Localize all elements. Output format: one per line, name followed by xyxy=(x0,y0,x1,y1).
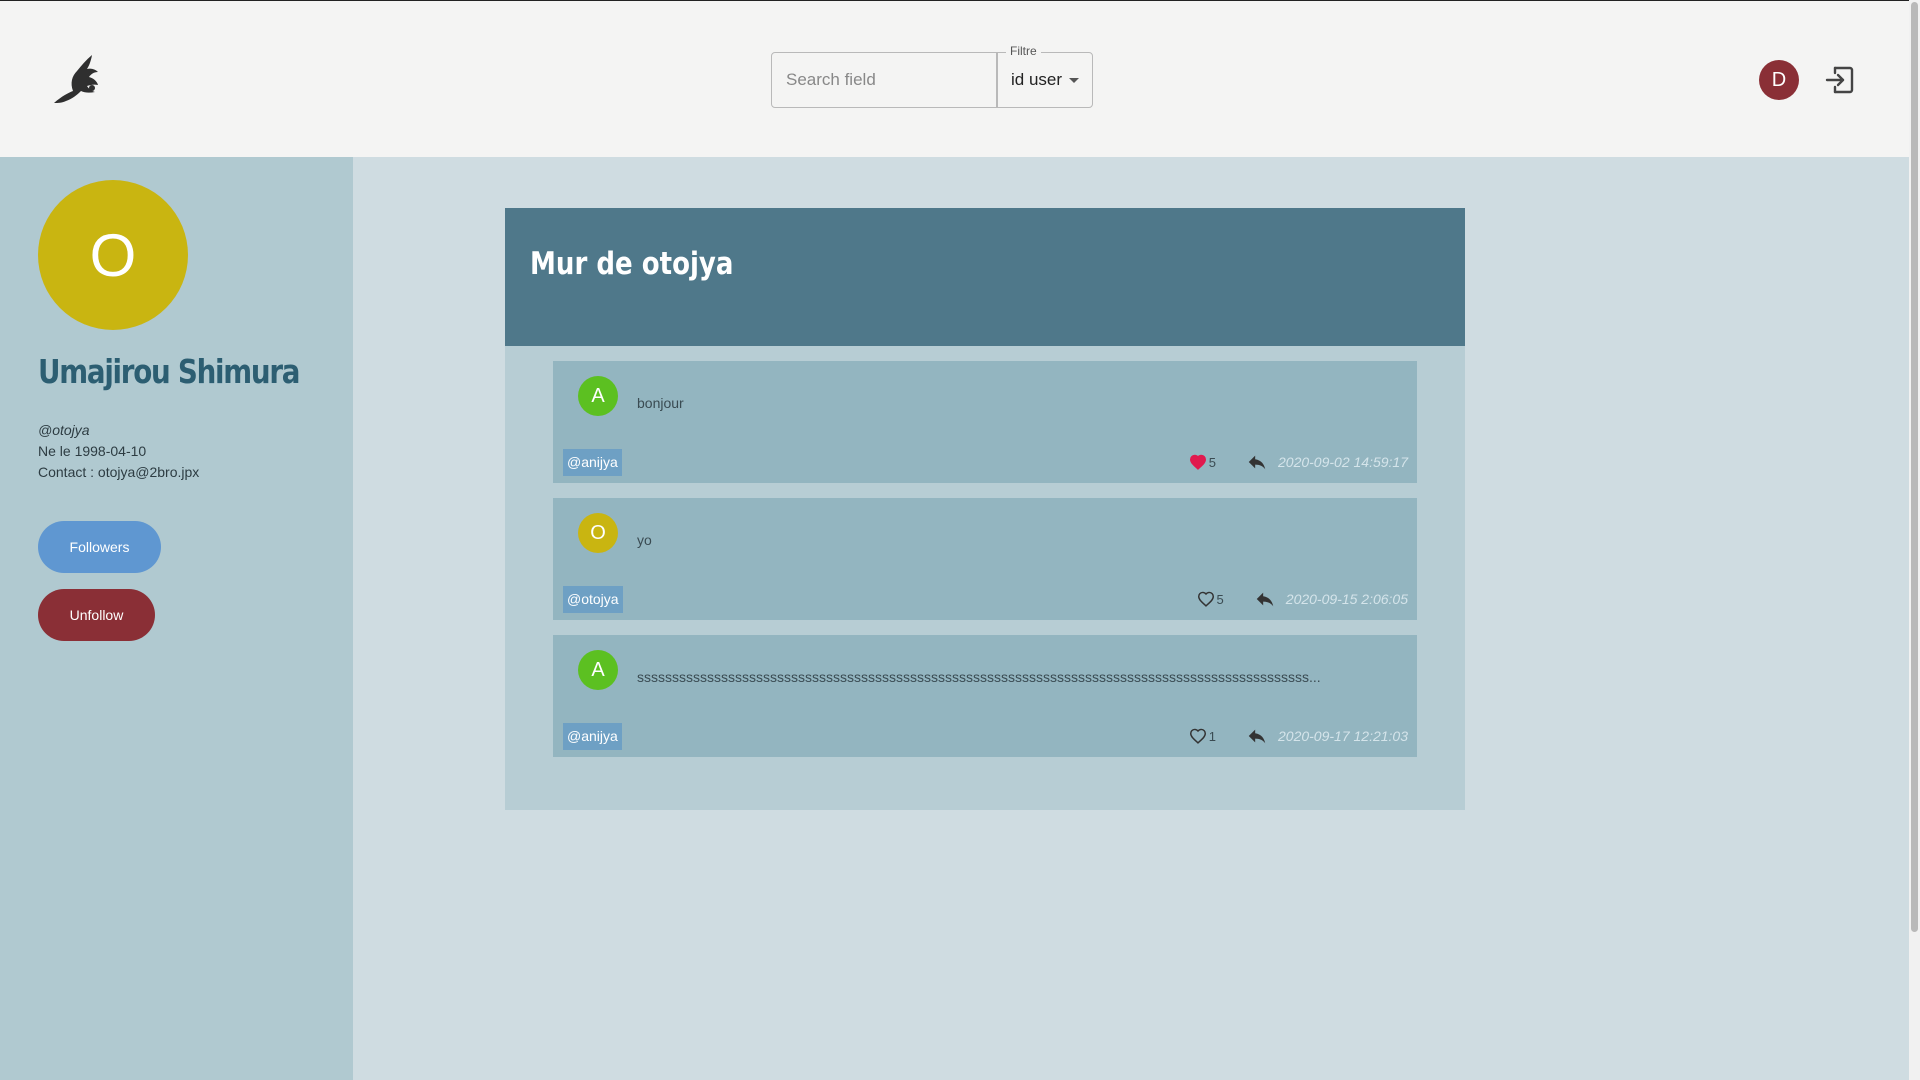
eagle-logo-icon[interactable] xyxy=(38,41,118,121)
post-timestamp: 2020-09-02 14:59:17 xyxy=(1278,454,1408,470)
heart-icon xyxy=(1189,454,1206,470)
profile-avatar-initial: O xyxy=(89,221,137,289)
reply-icon[interactable] xyxy=(1246,451,1268,473)
reply-icon[interactable] xyxy=(1246,725,1268,747)
post-author-handle[interactable]: @otojya xyxy=(563,586,623,613)
like-count: 1 xyxy=(1208,728,1216,744)
post-meta: 5 2020-09-02 14:59:17 xyxy=(1189,450,1408,474)
post-text: bonjour xyxy=(637,395,684,411)
profile-contact: Contact : otojya@2bro.jpx xyxy=(38,464,200,480)
profile-handle: @otojya xyxy=(38,422,90,438)
chevron-down-icon xyxy=(1069,78,1079,83)
reply-icon[interactable] xyxy=(1254,588,1276,610)
post-text: ssssssssssssssssssssssssssssssssssssssss… xyxy=(637,669,1321,685)
like-button[interactable]: 1 xyxy=(1189,728,1216,744)
post-timestamp: 2020-09-17 12:21:03 xyxy=(1278,728,1408,744)
like-button[interactable]: 5 xyxy=(1197,591,1224,607)
post-card: O yo @otojya 5 2020-09-15 2:06:05 xyxy=(553,498,1417,620)
filter-label: Filtre xyxy=(1006,44,1041,58)
filter-select[interactable]: Filtre id user xyxy=(997,44,1093,108)
post-avatar-initial: A xyxy=(591,384,605,407)
profile-name: Umajirou Shimura xyxy=(38,352,300,391)
profile-birthdate: Ne le 1998-04-10 xyxy=(38,443,147,459)
profile-avatar: O xyxy=(38,180,188,330)
user-avatar-initial: D xyxy=(1771,68,1787,91)
post-meta: 1 2020-09-17 12:21:03 xyxy=(1189,724,1408,748)
post-text: yo xyxy=(637,532,652,548)
page-scrollbar[interactable] xyxy=(1909,0,1920,1080)
wall-header: Mur de otojya xyxy=(505,208,1465,346)
post-author-handle[interactable]: @anijya xyxy=(563,449,622,476)
heart-icon xyxy=(1189,728,1206,744)
like-button[interactable]: 5 xyxy=(1189,454,1216,470)
post-avatar-initial: A xyxy=(591,658,605,681)
logout-button[interactable] xyxy=(1824,64,1856,96)
post-avatar-initial: O xyxy=(590,521,606,544)
followers-button[interactable]: Followers xyxy=(38,521,161,573)
profile-sidebar: O Umajirou Shimura @otojya Ne le 1998-04… xyxy=(0,157,353,1080)
like-count: 5 xyxy=(1208,454,1216,470)
search-bar: Filtre id user xyxy=(771,44,1093,108)
post-timestamp: 2020-09-15 2:06:05 xyxy=(1285,591,1408,607)
wall-panel: Mur de otojya A bonjour @anijya 5 2020-0… xyxy=(505,208,1465,810)
like-count: 5 xyxy=(1216,591,1224,607)
heart-icon xyxy=(1197,591,1214,607)
post-avatar[interactable]: A xyxy=(578,376,618,416)
unfollow-button[interactable]: Unfollow xyxy=(38,589,155,641)
post-avatar[interactable]: A xyxy=(578,650,618,690)
scrollbar-thumb[interactable] xyxy=(1911,2,1918,932)
wall-title: Mur de otojya xyxy=(530,246,734,282)
user-avatar[interactable]: D xyxy=(1759,60,1799,100)
profile-info: @otojya Ne le 1998-04-10 Contact : otojy… xyxy=(38,420,199,483)
post-card: A ssssssssssssssssssssssssssssssssssssss… xyxy=(553,635,1417,757)
top-header: Filtre id user D xyxy=(0,0,1909,157)
post-author-handle[interactable]: @anijya xyxy=(563,723,622,750)
post-card: A bonjour @anijya 5 2020-09-02 14:59:17 xyxy=(553,361,1417,483)
logout-icon xyxy=(1825,66,1854,94)
post-meta: 5 2020-09-15 2:06:05 xyxy=(1197,587,1408,611)
search-input[interactable] xyxy=(771,52,997,108)
filter-value: id user xyxy=(1011,70,1063,89)
post-avatar[interactable]: O xyxy=(578,513,618,553)
